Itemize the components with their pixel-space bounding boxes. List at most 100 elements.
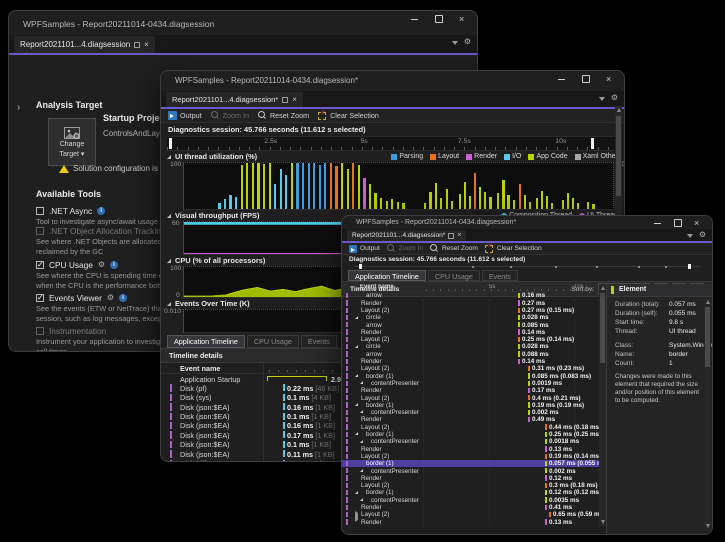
tree-row[interactable]: border (1) 0.12 ms (0.12 ms) bbox=[342, 489, 599, 502]
ui-thread-chart-header[interactable]: UI thread utilization (%) Parsing Layout R… bbox=[161, 151, 624, 162]
duration-bar[interactable] bbox=[518, 307, 520, 313]
ruler-tick[interactable] bbox=[433, 289, 435, 291]
legend-swatch[interactable] bbox=[466, 153, 473, 160]
utilization-bar[interactable] bbox=[257, 163, 260, 209]
ruler-tick[interactable] bbox=[382, 147, 384, 150]
utilization-bar[interactable] bbox=[363, 177, 366, 209]
duration-bar[interactable] bbox=[528, 365, 530, 372]
reset-zoom-button[interactable]: Reset Zoom bbox=[429, 244, 478, 253]
tool-row[interactable]: .NET Object Allocation Trackingi bbox=[36, 226, 179, 236]
utilization-bar[interactable] bbox=[279, 168, 282, 209]
utilization-bar[interactable] bbox=[223, 198, 227, 209]
element-field[interactable]: Name: border bbox=[607, 351, 712, 360]
thread-marker[interactable] bbox=[346, 293, 348, 299]
utilization-bar[interactable] bbox=[518, 183, 521, 209]
legend-label[interactable]: Parsing bbox=[399, 153, 423, 160]
ruler-tick[interactable] bbox=[591, 289, 593, 291]
event-name[interactable]: Disk (json:$EA) bbox=[180, 412, 230, 421]
utilization-bar[interactable] bbox=[474, 173, 477, 209]
ruler-label[interactable]: 10s bbox=[555, 138, 566, 145]
duration-value[interactable]: 30.16 ms [520 KB] bbox=[287, 459, 347, 461]
legend-swatch[interactable] bbox=[528, 153, 535, 160]
ruler-tick[interactable] bbox=[372, 147, 373, 150]
tree-row[interactable]: border (1)0.057 ms (0.055 ms) bbox=[342, 459, 599, 472]
ruler-tick[interactable] bbox=[423, 147, 425, 150]
event-name[interactable]: Render bbox=[361, 519, 382, 526]
change-target-button[interactable]: Change Target ▾ bbox=[48, 118, 96, 166]
disk-event-tick[interactable] bbox=[283, 459, 285, 461]
ruler-tick[interactable] bbox=[515, 147, 517, 150]
tree-row[interactable]: Render 0.49 ms bbox=[342, 416, 599, 423]
thread-marker[interactable] bbox=[346, 365, 348, 372]
tree-row[interactable]: Layout (2)0.65 ms (0.59 ms) bbox=[342, 510, 599, 522]
scroll-down-icon[interactable] bbox=[705, 524, 710, 528]
tool-description[interactable]: See where .NET Objects are allocated and bbox=[36, 237, 179, 247]
utilization-bar[interactable] bbox=[262, 163, 266, 209]
ruler-tick[interactable] bbox=[555, 289, 557, 291]
duration-bar[interactable] bbox=[545, 519, 547, 525]
utilization-bar[interactable] bbox=[507, 195, 510, 209]
tree-vertical-scrollbar[interactable] bbox=[599, 284, 606, 526]
tab-cpu-usage[interactable]: CPU Usage bbox=[427, 270, 480, 281]
tool-label[interactable]: Events Viewer bbox=[49, 293, 102, 303]
tree-row[interactable]: Layout (2) 0.25 ms (0.14 ms) bbox=[342, 336, 599, 348]
utilization-bar[interactable] bbox=[523, 195, 526, 209]
pin-icon[interactable] bbox=[282, 96, 289, 103]
ruler-tick[interactable] bbox=[351, 147, 353, 150]
session-overview-strip[interactable] bbox=[354, 264, 700, 269]
duration-value[interactable]: 0.17 ms [1 KB] bbox=[287, 431, 335, 440]
tree-row[interactable]: contentPresenter 0.002 ms bbox=[342, 409, 599, 416]
ruler-tick[interactable] bbox=[512, 289, 514, 291]
tree-row[interactable]: circle 0.028 ms bbox=[342, 314, 599, 321]
column-separator[interactable] bbox=[263, 363, 264, 373]
close-icon[interactable]: × bbox=[606, 75, 614, 84]
thread-marker[interactable] bbox=[346, 460, 348, 467]
info-icon[interactable]: i bbox=[119, 294, 128, 302]
scrollbar-thumb[interactable] bbox=[616, 116, 621, 196]
ruler-label[interactable]: 5s bbox=[360, 138, 367, 145]
thread-marker[interactable] bbox=[346, 373, 348, 379]
utilization-bar[interactable] bbox=[592, 204, 595, 209]
event-name[interactable]: Disk (sys) bbox=[180, 393, 212, 402]
duration-bar[interactable] bbox=[518, 314, 520, 321]
header-tick[interactable] bbox=[287, 370, 288, 372]
utilization-bar[interactable] bbox=[434, 183, 437, 209]
utilization-bar[interactable] bbox=[566, 193, 569, 209]
duration-value[interactable]: 0.1 ms [1 KB] bbox=[287, 440, 331, 449]
element-field[interactable]: Duration (total): 0.057 ms bbox=[607, 301, 712, 310]
header-tick[interactable] bbox=[296, 370, 297, 372]
ruler-tick[interactable] bbox=[290, 147, 291, 150]
legend-label[interactable]: I/O bbox=[512, 153, 521, 160]
ruler-tick[interactable] bbox=[577, 289, 579, 291]
legend-label[interactable]: Render bbox=[474, 153, 497, 160]
utilization-bar[interactable] bbox=[246, 163, 249, 209]
utilization-bar[interactable] bbox=[313, 163, 316, 209]
event-name[interactable]: Disk (json:$EA) bbox=[180, 403, 230, 412]
thread-marker[interactable] bbox=[170, 393, 172, 402]
ruler-tick[interactable] bbox=[525, 147, 527, 150]
utilization-bar[interactable] bbox=[251, 163, 254, 209]
element-field[interactable]: Class:System.Windows... bbox=[607, 342, 712, 351]
utilization-bar[interactable] bbox=[535, 197, 538, 209]
element-field[interactable]: Count: 1 bbox=[607, 360, 712, 369]
column-separator[interactable] bbox=[263, 402, 264, 412]
tree-row[interactable]: contentPresenter 0.0019 ms bbox=[342, 380, 599, 387]
legend-swatch[interactable] bbox=[391, 153, 398, 160]
duration-bar[interactable] bbox=[545, 475, 547, 481]
ruler-tick[interactable] bbox=[433, 147, 435, 150]
field-label[interactable]: Class: bbox=[615, 342, 633, 349]
scroll-down-icon[interactable] bbox=[600, 520, 605, 524]
column-separator[interactable] bbox=[263, 430, 264, 440]
utilization-bar[interactable] bbox=[551, 202, 554, 209]
utilization-bar[interactable] bbox=[512, 199, 515, 209]
utilization-bar[interactable] bbox=[484, 191, 487, 209]
field-value[interactable]: 9.8 s bbox=[669, 319, 683, 326]
close-icon[interactable]: × bbox=[459, 15, 467, 24]
element-field[interactable]: Start time: 9.8 s bbox=[607, 319, 712, 328]
tab-close-icon[interactable]: × bbox=[292, 95, 297, 104]
thread-marker[interactable] bbox=[170, 421, 172, 430]
ruler-tick[interactable] bbox=[566, 147, 568, 150]
thread-marker[interactable] bbox=[170, 459, 172, 461]
utilization-bar[interactable] bbox=[587, 201, 590, 209]
minimize-icon[interactable] bbox=[558, 75, 566, 83]
